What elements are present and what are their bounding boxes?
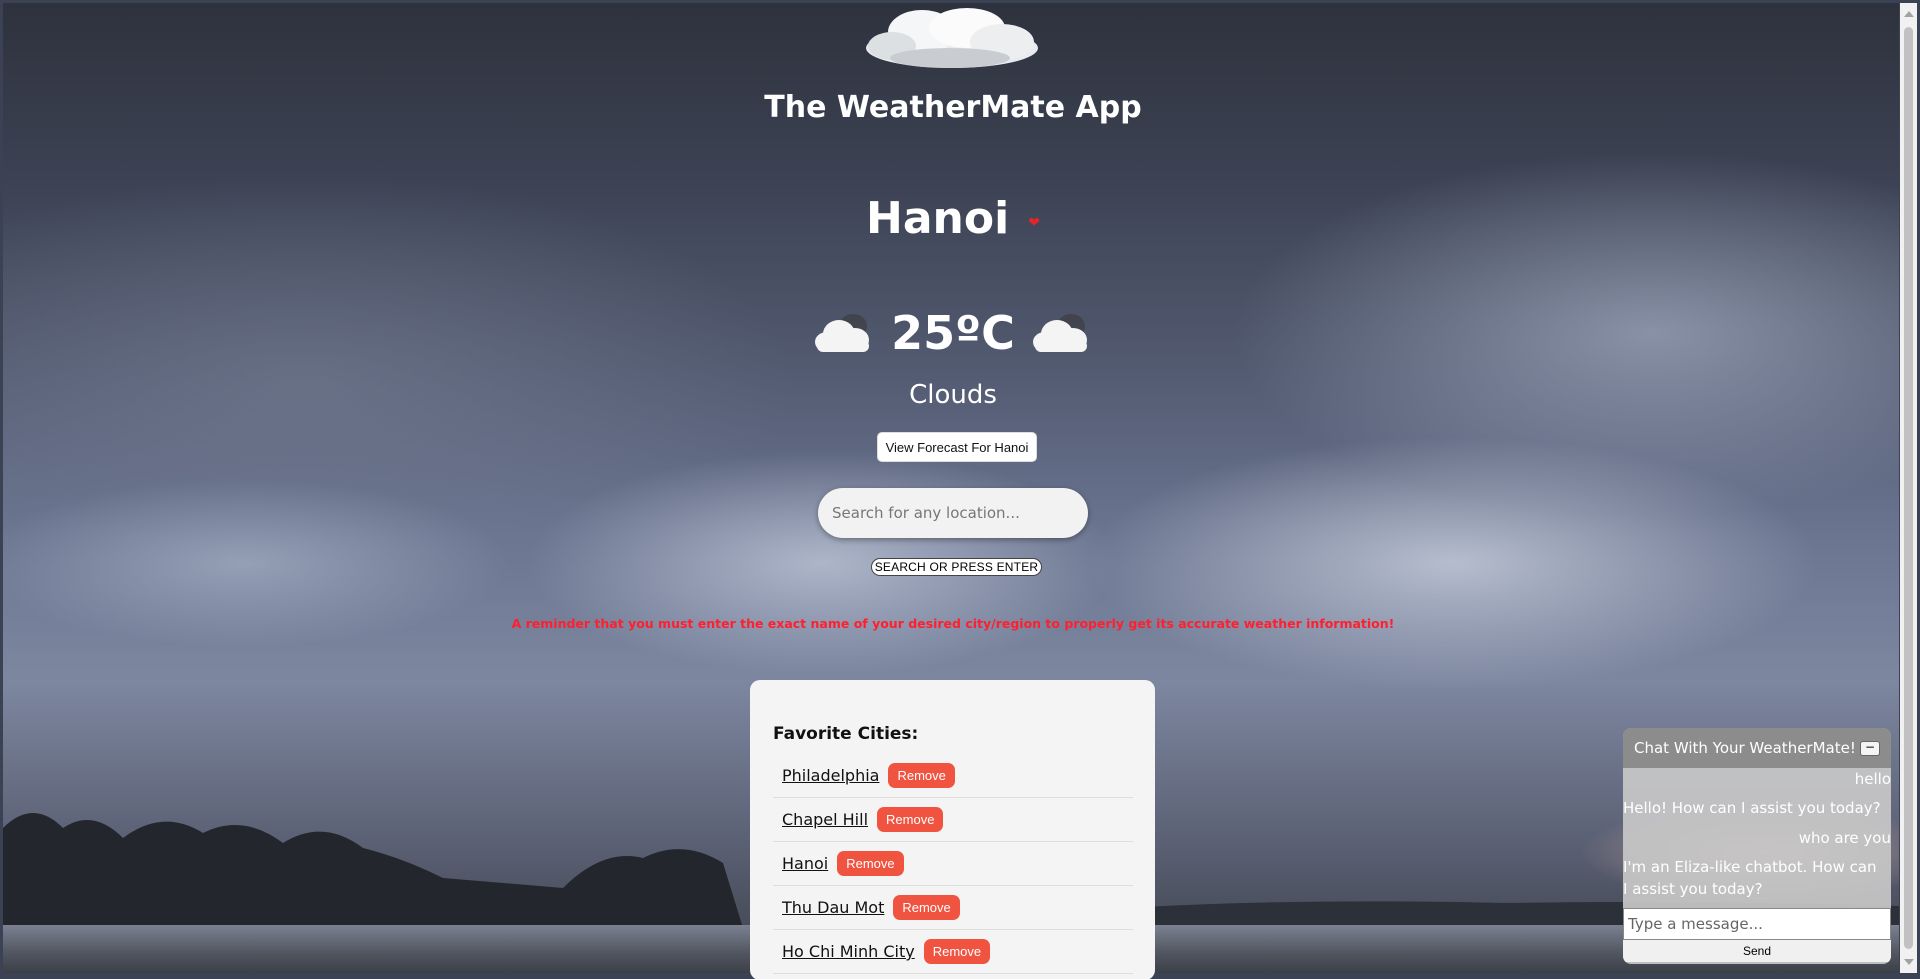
temperature-row: 25ºC (0, 306, 1906, 360)
chat-title: Chat With Your WeatherMate! (1634, 739, 1856, 757)
chat-message-user: who are you (1798, 829, 1891, 847)
favorite-city-link[interactable]: Ho Chi Minh City (782, 942, 915, 961)
app-title: The WeatherMate App (764, 90, 1142, 125)
weather-condition: Clouds (909, 380, 997, 410)
favorite-heart-icon[interactable]: ❤ (1028, 215, 1040, 231)
reminder-text: A reminder that you must enter the exact… (511, 616, 1395, 631)
scroll-down-icon[interactable] (1904, 959, 1914, 965)
favorite-city-link[interactable]: Philadelphia (782, 766, 879, 785)
chat-message-bot: I'm an Eliza-like chatbot. How can I ass… (1623, 858, 1877, 898)
remove-button[interactable]: Remove (893, 895, 960, 920)
cloud-logo (866, 8, 1038, 68)
remove-button[interactable]: Remove (923, 939, 991, 964)
favorites-heading: Favorite Cities: (773, 724, 919, 744)
temperature: 25ºC (891, 306, 1015, 360)
chat-message-bot: Hello! How can I assist you today? (1623, 799, 1881, 817)
scrollbar-thumb[interactable] (1904, 27, 1913, 949)
list-item: Hanoi Remove (773, 842, 1133, 886)
list-item: Philadelphia Remove (773, 754, 1133, 798)
chat-header: Chat With Your WeatherMate! − (1623, 728, 1891, 768)
city-name: Hanoi (866, 193, 1010, 244)
search-button[interactable]: SEARCH OR PRESS ENTER (871, 558, 1042, 576)
clouds-icon (815, 314, 870, 352)
chat-messages: hello Hello! How can I assist you today?… (1623, 768, 1891, 908)
list-item: Thu Dau Mot Remove (773, 886, 1133, 930)
chat-widget: Chat With Your WeatherMate! − hello Hell… (1623, 728, 1891, 964)
favorite-city-link[interactable]: Thu Dau Mot (782, 898, 884, 917)
scrollbar[interactable] (1900, 3, 1917, 973)
chat-input[interactable] (1623, 908, 1891, 940)
view-forecast-button[interactable]: View Forecast For Hanoi (877, 432, 1037, 462)
search-input[interactable] (818, 488, 1088, 538)
remove-button[interactable]: Remove (888, 763, 955, 788)
scroll-up-icon[interactable] (1904, 11, 1914, 17)
remove-button[interactable]: Remove (877, 807, 944, 832)
favorite-city-link[interactable]: Hanoi (782, 854, 828, 873)
remove-button[interactable]: Remove (837, 851, 904, 876)
favorites-panel: Favorite Cities: Philadelphia Remove Cha… (750, 680, 1155, 979)
list-item: Ho Chi Minh City Remove (773, 930, 1133, 974)
minimize-button[interactable]: − (1860, 740, 1880, 756)
clouds-icon (1032, 314, 1087, 352)
city-header: Hanoi ❤ (0, 193, 1906, 244)
send-button[interactable]: Send (1623, 940, 1891, 962)
favorite-city-link[interactable]: Chapel Hill (782, 810, 868, 829)
chat-message-user: hello (1854, 770, 1891, 788)
list-item: Chapel Hill Remove (773, 798, 1133, 842)
